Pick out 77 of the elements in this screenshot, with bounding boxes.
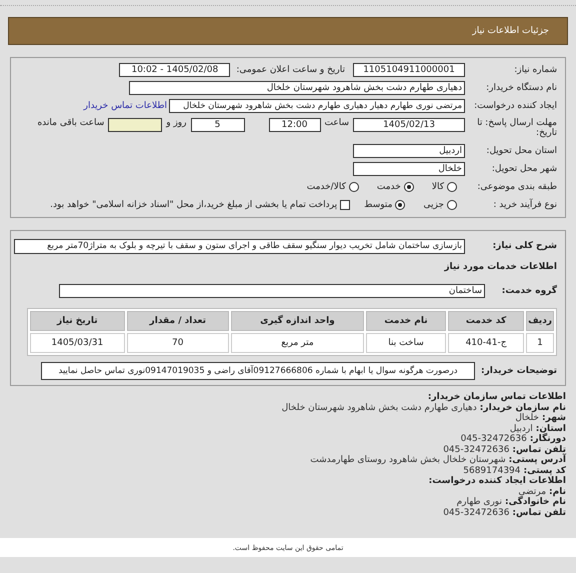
table-cell: 1405/03/31 (30, 333, 125, 353)
info-label: نام: (549, 486, 566, 497)
description-field[interactable]: بازسازی ساختمان شامل تخریب دیوار سنگیو سقف طاقی و اجرای ستون و سقف با تیرچه و بلوک به متراژ70متر مربع (14, 238, 465, 254)
value-field[interactable]: خلخال (353, 162, 465, 176)
time-field[interactable]: 12:00 (268, 118, 320, 132)
section-title: اطلاعات خدمات مورد نیاز (443, 262, 558, 272)
info-value: نوری طهارم (456, 497, 502, 508)
value-field[interactable]: 1105104911000001 (353, 63, 465, 77)
option-label: جزیی (423, 200, 444, 210)
field-label: توضیحات خریدار: (480, 366, 557, 376)
table-cell: متر مربع (230, 333, 364, 353)
field-label: تاریخ و ساعت اعلان عمومی: (236, 65, 345, 75)
value-field[interactable]: مرتضی نوری طهارم دهیار دهیاری طهارم دشت بخش شاهرود شهرستان خلخال (169, 99, 465, 113)
info-label: استان: (536, 424, 566, 434)
column-header: واحد اندازه گیری (230, 311, 364, 331)
value-field[interactable]: 1405/02/08 - 10:02 (119, 63, 230, 77)
field-label: شماره نیاز: (513, 65, 557, 75)
table-cell: 70 (126, 333, 229, 353)
column-header: کد خدمت (448, 311, 524, 331)
field-label: شهر محل تحویل: (490, 164, 557, 174)
days-field[interactable]: 5 (190, 118, 244, 132)
column-header: تعداد / مقدار (126, 311, 229, 331)
remaining-field[interactable] (108, 118, 162, 132)
info-value: شهرستان خلخال بخش شاهرود روستای طهارمدشت (310, 455, 506, 466)
date-field[interactable]: 1405/02/13 (353, 118, 465, 132)
column-header: تاریخ نیاز (30, 311, 125, 331)
info-label: کد پستی: (524, 466, 566, 476)
info-label: تلفن تماس: (512, 508, 566, 518)
info-value: خلخال (515, 413, 539, 424)
info-value: اردبیل (510, 424, 533, 434)
info-value: 045-32472636 (460, 434, 527, 444)
field-label: مهلت ارسال پاسخ: تا تاریخ: (476, 118, 557, 138)
time-label: ساعت (324, 118, 349, 128)
remaining-label: ساعت باقی مانده (37, 118, 104, 128)
info-label: نام خانوادگی: (504, 497, 566, 508)
field-label: نام دستگاه خریدار: (485, 83, 557, 93)
value-field[interactable]: اردبیل (353, 144, 465, 158)
field-label: استان محل تحویل: (485, 146, 557, 156)
checkbox-label: پرداخت تمام یا بخشی از مبلغ خرید،از محل "اسناد خزانه اسلامی" خواهد بود. (50, 200, 338, 210)
field-label: گروه خدمت: (500, 286, 557, 296)
radio-button[interactable] (348, 182, 359, 192)
days-label: روز و (166, 118, 186, 128)
table-cell: 1 (526, 333, 554, 353)
info-value: 045-32472636 (443, 508, 510, 518)
info-value: 045-32472636 (443, 444, 510, 455)
radio-button[interactable] (447, 200, 457, 210)
notes-field[interactable]: درصورت هرگونه سوال یا ابهام با شماره 09127666806آقای راضی و 09147019035نوری تماس حاصل نمایید (41, 362, 475, 380)
field-label: ایجاد کننده درخواست: (473, 101, 557, 111)
page-title: جزئیات اطلاعات نیاز (472, 26, 549, 36)
checkbox[interactable] (340, 200, 350, 210)
field-label: طبقه بندی موضوعی: (476, 182, 557, 192)
info-value: مرتضی (518, 486, 546, 496)
info-label: شهر: (542, 413, 566, 424)
value-field[interactable]: دهیاری طهارم دشت بخش شاهرود شهرستان خلخال (129, 81, 465, 95)
column-header: ردیف (526, 311, 554, 331)
info-value: دهیاری طهارم دشت بخش شاهرود شهرستان خلخال (282, 402, 477, 413)
column-header: نام خدمت (366, 311, 446, 331)
info-label: نام سازمان خریدار: (480, 402, 566, 412)
option-label: کالا/خدمت (306, 182, 346, 192)
radio-button[interactable] (447, 182, 457, 192)
info-label: تلفن تماس: (512, 444, 566, 454)
section-title: اطلاعات ایجاد کننده درخواست: (428, 476, 566, 486)
radio-button[interactable] (395, 200, 406, 210)
info-label: دورنگار: (530, 434, 566, 444)
contact-link[interactable]: اطلاعات تماس خریدار (84, 101, 167, 111)
service-group-field[interactable]: ساختمان (59, 284, 485, 298)
option-label: متوسط (364, 200, 392, 210)
table-cell: ساخت بنا (366, 333, 446, 353)
table-cell: ج-41-410 (448, 333, 524, 353)
info-value: 5689174394 (463, 466, 521, 476)
field-label: نوع فرآیند خرید : (492, 200, 557, 210)
info-label: آدرس پستی: (508, 455, 566, 466)
field-label: شرح کلی نیاز: (492, 241, 557, 251)
option-label: خدمت (376, 182, 401, 192)
section-title: اطلاعات تماس سازمان خریدار: (426, 392, 566, 402)
radio-button[interactable] (404, 182, 414, 192)
option-label: کالا (432, 182, 444, 192)
